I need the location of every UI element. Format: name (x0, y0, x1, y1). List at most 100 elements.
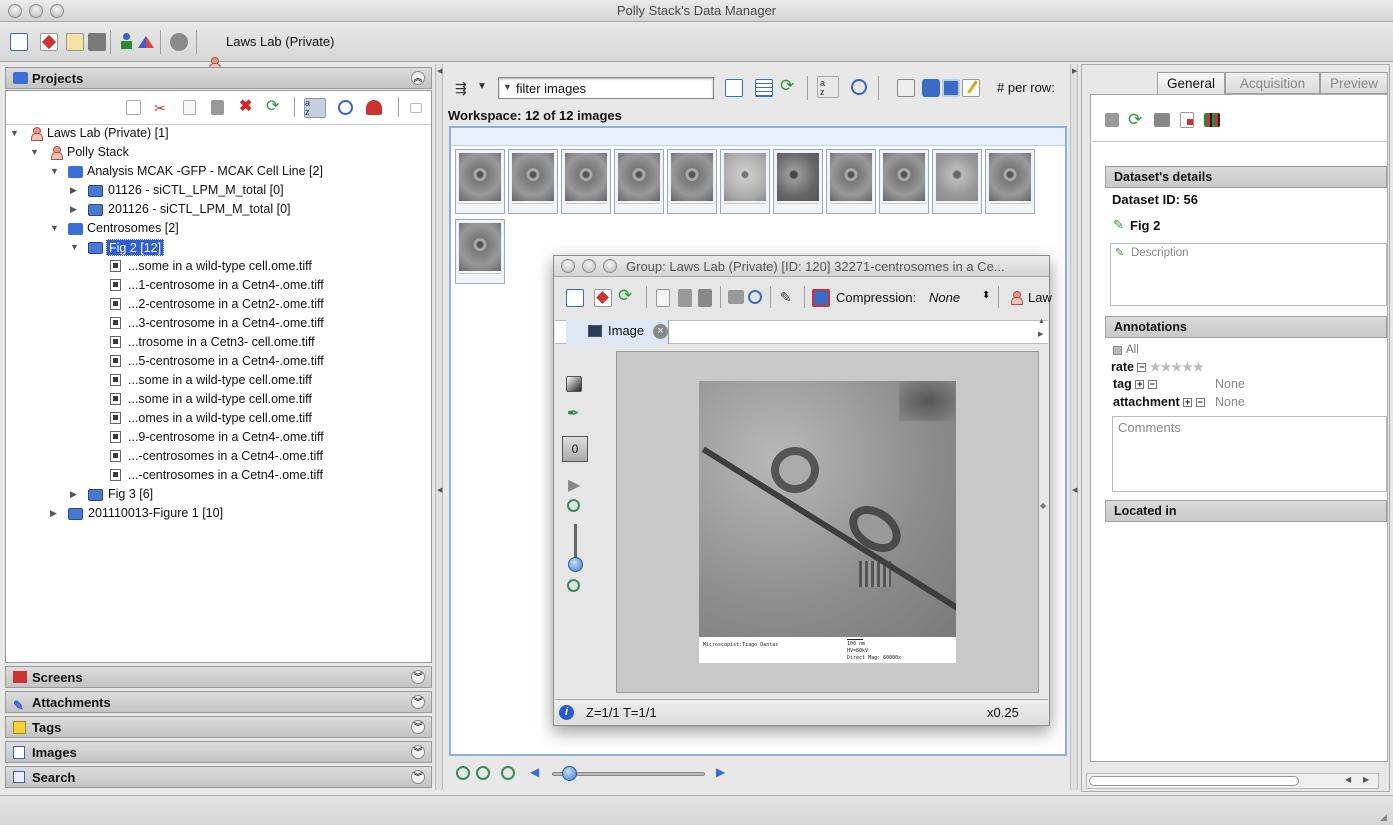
edit-description-icon[interactable]: ✎ (1115, 246, 1124, 259)
viewer-user-label[interactable]: Law (1028, 290, 1052, 305)
collapse-up-icon[interactable]: ︽ (411, 71, 425, 85)
viewer-measure-icon[interactable]: ✎ (780, 289, 798, 307)
comments-field[interactable]: Comments (1112, 416, 1387, 492)
attachments-section-header[interactable]: ✎ Attachments ︾ (5, 691, 432, 713)
left-splitter[interactable]: ◀ ◀ (435, 64, 443, 790)
compression-dropdown-icon[interactable]: ⬍ (982, 290, 990, 301)
refresh-icon[interactable]: ⟳ (780, 77, 798, 95)
download-icon[interactable] (1154, 113, 1170, 127)
viewer-zoom-button[interactable] (603, 259, 617, 273)
cut-icon[interactable]: ✂ (154, 101, 169, 115)
copy-icon[interactable] (183, 100, 196, 115)
scroll-left-icon[interactable]: ◀ (1345, 775, 1351, 784)
close-window-button[interactable] (8, 4, 22, 18)
date-filter-icon[interactable] (851, 79, 867, 95)
save-icon[interactable] (1105, 113, 1119, 127)
zoom-in-icon[interactable] (476, 766, 490, 780)
image-thumbnail[interactable] (879, 149, 929, 214)
located-in-header[interactable]: Located in (1105, 500, 1387, 522)
minimize-window-button[interactable] (29, 4, 43, 18)
viewer-browse-icon[interactable] (566, 289, 584, 307)
tab-image[interactable]: Image × (566, 320, 669, 344)
description-field[interactable]: ✎ Description (1110, 243, 1387, 306)
image-thumbnail[interactable] (455, 219, 505, 284)
import-icon[interactable] (170, 33, 188, 51)
magnify-thumbnails-icon[interactable] (897, 79, 915, 97)
right-splitter[interactable]: ▶ ◀ (1070, 64, 1078, 790)
all-filter-icon[interactable] (1113, 346, 1122, 355)
viewer-movie-icon[interactable] (728, 290, 744, 304)
projects-header[interactable]: Projects ︽ (5, 67, 432, 89)
viewer-zoom-out-icon[interactable] (567, 579, 580, 592)
zoom-out-icon[interactable] (456, 766, 470, 780)
people-icon[interactable] (118, 33, 136, 51)
info-icon[interactable]: i (559, 705, 574, 720)
rate-remove-icon[interactable]: − (1137, 363, 1147, 373)
play-icon[interactable]: ▶ (568, 475, 580, 495)
scroll-right-icon[interactable]: ▶ (1363, 775, 1369, 784)
viewer-refresh-icon[interactable]: ⟳ (618, 287, 636, 305)
date-filter-icon[interactable] (338, 100, 353, 115)
view-options-dropdown-icon[interactable]: ▼ (477, 81, 487, 92)
viewer-search-icon[interactable] (748, 290, 762, 304)
refresh-icon[interactable]: ⟳ (266, 99, 284, 117)
tab-general[interactable]: General (1157, 72, 1225, 94)
viewer-paste-icon[interactable] (678, 289, 692, 307)
resize-grip-icon[interactable]: ◢ (1380, 812, 1387, 823)
tags-section-header[interactable]: Tags ︾ (5, 716, 432, 738)
scrollbar-thumb[interactable] (1089, 776, 1299, 786)
analyze-icon[interactable] (1204, 113, 1220, 127)
zoom-slider-knob[interactable] (568, 557, 583, 572)
rating-stars[interactable]: ★★★★★ (1150, 360, 1204, 374)
annotations-header[interactable]: Annotations (1105, 316, 1387, 338)
images-section-header[interactable]: Images ︾ (5, 741, 432, 763)
compression-select[interactable]: None (929, 290, 960, 305)
grayscale-icon[interactable] (566, 376, 582, 392)
all-filter-label[interactable]: All (1126, 344, 1139, 356)
viewer-reset-icon[interactable] (698, 289, 712, 307)
slider-knob[interactable] (562, 766, 577, 781)
hierarchy-view-icon[interactable] (10, 33, 28, 51)
paste-icon[interactable] (211, 100, 224, 115)
thumbnail-view-icon[interactable] (725, 79, 743, 97)
tag-remove-icon[interactable]: − (1147, 380, 1157, 390)
slider-left-arrow-icon[interactable]: ◀ (530, 765, 539, 779)
slideshow-icon[interactable] (942, 79, 960, 97)
filter-images-input[interactable]: ▼ filter images (498, 77, 714, 99)
tag-add-icon[interactable]: + (1135, 380, 1145, 390)
sort-az-icon[interactable]: az (304, 98, 326, 118)
view-options-icon[interactable]: ⇶ (455, 80, 473, 98)
image-thumbnail[interactable] (667, 149, 717, 214)
image-thumbnail[interactable] (455, 149, 505, 214)
new-container-icon[interactable] (126, 100, 141, 115)
attachment-remove-icon[interactable]: − (1195, 398, 1205, 408)
screens-section-header[interactable]: Screens ︾ (5, 666, 432, 688)
list-view-icon[interactable] (755, 79, 773, 97)
zoom-fit-icon[interactable] (501, 766, 515, 780)
compression-icon[interactable] (812, 289, 830, 307)
search-section-header[interactable]: Search ︾ (5, 766, 432, 788)
zoom-window-button[interactable] (50, 4, 64, 18)
close-tab-icon[interactable]: × (653, 324, 668, 339)
image-thumbnail[interactable] (720, 149, 770, 214)
expand-down-icon[interactable]: ︾ (411, 670, 425, 684)
collapse-all-icon[interactable] (410, 103, 422, 113)
publish-icon[interactable] (1180, 112, 1194, 128)
filter-dropdown-icon[interactable]: ▼ (503, 82, 512, 92)
refresh-icon[interactable]: ⟳ (1128, 111, 1146, 129)
image-thumbnail[interactable] (985, 149, 1035, 214)
color-picker-icon[interactable]: ✒ (567, 406, 585, 424)
tab-preview[interactable]: Preview (1320, 72, 1388, 94)
image-thumbnail[interactable] (614, 149, 664, 214)
table-view-icon[interactable] (66, 33, 84, 51)
dataset-name[interactable]: Fig 2 (1130, 218, 1160, 233)
open-images-icon[interactable] (922, 79, 940, 97)
sort-az-icon[interactable]: az (817, 76, 839, 98)
expand-down-icon[interactable]: ︾ (411, 720, 425, 734)
image-thumbnail[interactable] (932, 149, 982, 214)
viewer-copy-icon[interactable] (656, 289, 670, 307)
delete-icon[interactable]: ✖ (239, 99, 257, 117)
current-group-label[interactable]: Laws Lab (Private) (226, 34, 334, 49)
groups-icon[interactable] (138, 33, 156, 51)
image-canvas[interactable]: Microscopist:Tiago Dantas 100 nm HV=80kV… (616, 351, 1039, 693)
